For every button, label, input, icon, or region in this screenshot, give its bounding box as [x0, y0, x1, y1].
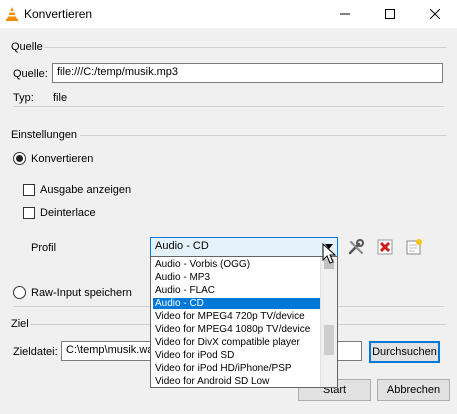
source-group-label: Quelle [11, 41, 43, 53]
radio-selected-dot [16, 155, 23, 162]
profile-option[interactable]: Video for DivX compatible player [153, 337, 323, 348]
new-profile-icon[interactable] [404, 237, 424, 257]
profile-label: Profil [31, 242, 57, 254]
title-bar: Konvertieren [0, 0, 457, 28]
source-input[interactable]: file:///C:/temp/musik.mp3 [52, 63, 443, 83]
vlc-cone-icon [5, 6, 19, 25]
window-title: Konvertieren [24, 7, 93, 21]
browse-button[interactable]: Durchsuchen [369, 341, 440, 363]
profile-combo-value: Audio - CD [155, 240, 209, 252]
mouse-cursor-icon [322, 242, 337, 268]
profile-option[interactable]: Video for MPEG4 1080p TV/device [153, 324, 323, 335]
source-label: Quelle: [13, 68, 48, 80]
type-value: file [53, 92, 68, 104]
target-group-label: Ziel [11, 318, 29, 330]
profile-option[interactable]: Video for Android SD Low [153, 376, 323, 387]
cancel-button[interactable]: Abbrechen [377, 379, 450, 401]
settings-group-label: Einstellungen [11, 129, 78, 141]
red-x-icon[interactable] [375, 237, 395, 257]
wrench-icon[interactable] [346, 237, 366, 257]
raw-input-label: Raw-Input speichern [31, 287, 132, 299]
scroll-track-thumb[interactable] [324, 325, 334, 355]
deinterlace-label: Deinterlace [40, 207, 96, 219]
profile-option[interactable]: Video for MPEG4 720p TV/device [153, 311, 323, 322]
convert-label: Konvertieren [31, 153, 94, 165]
raw-input-radio[interactable] [13, 286, 26, 299]
profile-option-selected[interactable]: Audio - CD [153, 298, 323, 309]
convert-radio[interactable] [13, 152, 26, 165]
target-file-label: Zieldatei: [13, 346, 58, 358]
show-output-checkbox[interactable] [23, 184, 35, 196]
minimize-button[interactable] [322, 0, 367, 28]
divider [44, 47, 446, 48]
profile-combo[interactable]: Audio - CD [150, 237, 338, 257]
divider [13, 106, 444, 107]
profile-option[interactable]: Audio - Vorbis (OGG) [153, 259, 323, 270]
profile-option[interactable]: Video for iPod SD [153, 350, 323, 361]
maximize-button[interactable] [367, 0, 412, 28]
profile-option[interactable]: Video for iPod HD/iPhone/PSP [153, 363, 323, 374]
dropdown-scrollbar[interactable] [320, 257, 337, 387]
profile-option[interactable]: Audio - FLAC [153, 285, 323, 296]
deinterlace-checkbox[interactable] [23, 207, 35, 219]
type-label: Typ: [13, 92, 34, 104]
profile-option[interactable]: Audio - MP3 [153, 272, 323, 283]
close-button[interactable] [412, 0, 457, 28]
profile-dropdown-list: Audio - Vorbis (OGG) Audio - MP3 Audio -… [150, 256, 338, 388]
divider [80, 135, 446, 136]
show-output-label: Ausgabe anzeigen [40, 184, 132, 196]
